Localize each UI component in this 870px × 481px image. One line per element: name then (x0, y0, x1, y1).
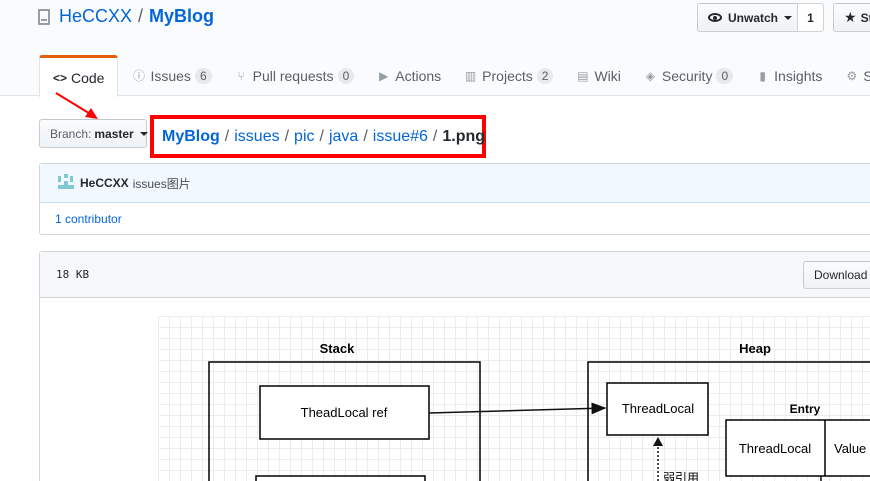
breadcrumb-separator: / (432, 127, 438, 145)
latest-commit: HeCCXX issues图片 (40, 164, 870, 203)
star-icon: ★ (844, 9, 857, 25)
tab-issues-label: Issues (150, 67, 191, 84)
breadcrumb: MyBlog / issues / pic / java / issue#6 /… (150, 115, 486, 158)
reference-arrow (428, 402, 607, 415)
tab-security[interactable]: ◈ Security 0 (630, 55, 742, 96)
branch-value: master (94, 126, 134, 141)
entry-title: Entry (790, 402, 821, 416)
tab-code-label: Code (71, 69, 105, 86)
breadcrumb-link-issues[interactable]: issues (234, 128, 279, 146)
star-label: St (860, 10, 870, 25)
graph-icon: ▮ (759, 68, 766, 83)
breadcrumb-separator: / (363, 127, 368, 145)
chevron-down-icon (784, 15, 793, 20)
weak-reference-label: 弱引用 (663, 471, 699, 481)
breadcrumb-link-java[interactable]: java (329, 128, 358, 146)
play-icon: ▶ (379, 68, 389, 83)
unwatch-label: Unwatch (728, 10, 779, 25)
issues-counter: 6 (194, 67, 212, 84)
download-button[interactable]: Download (803, 261, 870, 289)
tab-security-label: Security (661, 67, 713, 84)
pull-requests-counter: 0 (337, 67, 355, 84)
tab-settings-label: S (863, 67, 870, 84)
branch-label: Branch: (50, 126, 92, 141)
tab-insights-label: Insights (774, 67, 823, 84)
tab-pull-requests-label: Pull requests (252, 67, 334, 84)
heap-threadlocal-label: ThreadLocal (622, 401, 694, 416)
breadcrumb-current-file: 1.png (442, 127, 486, 145)
repo-owner-link[interactable]: HeCCXX (59, 6, 132, 27)
tab-projects[interactable]: ▥ Projects 2 (450, 55, 562, 96)
commit-message-link[interactable]: issues图片 (133, 175, 191, 192)
book-icon: ▤ (577, 68, 589, 83)
contributors-link[interactable]: 1 contributor (55, 212, 122, 226)
eye-icon (708, 13, 722, 22)
commit-author-link[interactable]: HeCCXX (80, 176, 129, 190)
unwatch-button[interactable]: Unwatch (697, 3, 798, 32)
tab-actions-label: Actions (395, 67, 442, 84)
repo-nav-tabs: <> Code ⓘ Issues 6 ⑂ Pull requests 0 ▶ A… (39, 55, 870, 97)
contributors-row: 1 contributor (40, 203, 870, 235)
threadlocal-ref-label: TheadLocal ref (301, 405, 388, 420)
commit-tease: HeCCXX issues图片 1 contributor (39, 163, 870, 235)
tab-pull-requests[interactable]: ⑂ Pull requests 0 (221, 55, 364, 96)
tab-projects-label: Projects (482, 67, 533, 84)
tab-issues[interactable]: ⓘ Issues 6 (118, 55, 220, 96)
branch-selector-button[interactable]: Branch: master (39, 119, 148, 148)
gear-icon: ⚙ (846, 68, 858, 83)
projects-counter: 2 (536, 67, 554, 84)
file-size: 18 KB (56, 268, 90, 281)
tab-insights[interactable]: ▮ Insights (742, 55, 831, 96)
tab-settings[interactable]: ⚙ S (831, 55, 870, 96)
breadcrumb-link-issue6[interactable]: issue#6 (373, 128, 428, 146)
issue-icon: ⓘ (132, 69, 145, 83)
avatar[interactable] (56, 173, 76, 193)
chevron-down-icon (139, 131, 148, 136)
project-icon: ▥ (465, 68, 477, 83)
security-counter: 0 (716, 67, 734, 84)
breadcrumb-separator: / (284, 127, 290, 145)
repo-title-separator: / (138, 6, 144, 26)
stack-second-box (255, 475, 426, 481)
stack-title: Stack (320, 341, 355, 356)
repo-title: HeCCXX / MyBlog (38, 6, 214, 27)
breadcrumb-root-link[interactable]: MyBlog (162, 128, 220, 146)
tab-wiki[interactable]: ▤ Wiki (562, 55, 629, 96)
file-image: Stack TheadLocal ref Heap ThreadLocal En… (158, 316, 870, 481)
tab-actions[interactable]: ▶ Actions (363, 55, 450, 96)
shield-icon: ◈ (645, 68, 655, 83)
pull-request-icon: ⑂ (237, 68, 245, 83)
star-button[interactable]: ★ St (833, 3, 870, 32)
breadcrumb-separator: / (224, 127, 230, 145)
repo-header: HeCCXX / MyBlog Unwatch 1 ★ St <> Code ⓘ… (0, 0, 870, 97)
code-icon: <> (53, 70, 68, 85)
breadcrumb-link-pic[interactable]: pic (294, 128, 314, 146)
file-header: 18 KB Download (40, 252, 870, 298)
tab-wiki-label: Wiki (594, 67, 621, 84)
repo-name-link[interactable]: MyBlog (149, 6, 214, 27)
heap-title: Heap (739, 341, 771, 356)
breadcrumb-separator: / (319, 127, 324, 145)
entry-value-label: Value (834, 441, 866, 456)
repo-icon (38, 8, 50, 25)
entry-key-label: ThreadLocal (739, 441, 811, 456)
watch-count[interactable]: 1 (797, 3, 824, 32)
